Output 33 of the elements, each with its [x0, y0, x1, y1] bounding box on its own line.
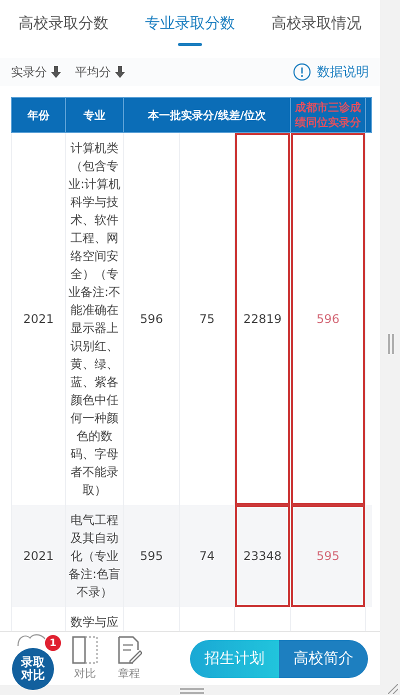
- column-header: 成都市三诊成绩同位实录分: [290, 98, 366, 132]
- resize-grip-icon[interactable]: [388, 684, 398, 694]
- table-cell: 596: [290, 132, 366, 505]
- table-cell: 23348: [234, 505, 290, 607]
- table-cell: 2021: [12, 505, 66, 607]
- column-header: 专业: [66, 98, 124, 132]
- major-cell: 数学与应: [66, 607, 124, 631]
- column-header: 本一批实录分/线差/位次: [124, 98, 290, 132]
- count-badge: 1: [44, 634, 62, 652]
- tab[interactable]: 专业录取分数: [126, 0, 254, 58]
- sort-button[interactable]: 平均分: [75, 64, 125, 80]
- major-cell: 电气工程及其自动化（专业备注:色盲不录）: [66, 505, 124, 607]
- tab[interactable]: 高校录取分数: [0, 0, 127, 58]
- tab[interactable]: 高校录取情况: [253, 0, 380, 58]
- table-cell: 595: [290, 505, 366, 607]
- drag-handle-icon[interactable]: [180, 688, 204, 694]
- table-cell: 74: [180, 505, 234, 607]
- enrollment-plan-button[interactable]: 招生计划: [190, 640, 279, 678]
- down-arrow-icon: [115, 66, 125, 78]
- intro-button[interactable]: 高校简介: [279, 640, 368, 678]
- info-icon[interactable]: [293, 63, 311, 81]
- document-pencil-icon: [116, 636, 142, 664]
- split-panel-icon: [72, 636, 98, 664]
- info-link[interactable]: 数据说明: [317, 63, 369, 81]
- toolbar-button[interactable]: 章程: [116, 636, 142, 681]
- sort-button[interactable]: 实录分: [11, 64, 61, 80]
- table-cell: 22819: [234, 132, 290, 505]
- down-arrow-icon: [51, 66, 61, 78]
- column-header: 年份: [12, 98, 66, 132]
- compare-admission-button[interactable]: 录取对比: [12, 648, 54, 690]
- panel-handle-icon[interactable]: [387, 334, 395, 354]
- toolbar-button[interactable]: 对比: [72, 636, 98, 681]
- table-cell: 595: [124, 505, 180, 607]
